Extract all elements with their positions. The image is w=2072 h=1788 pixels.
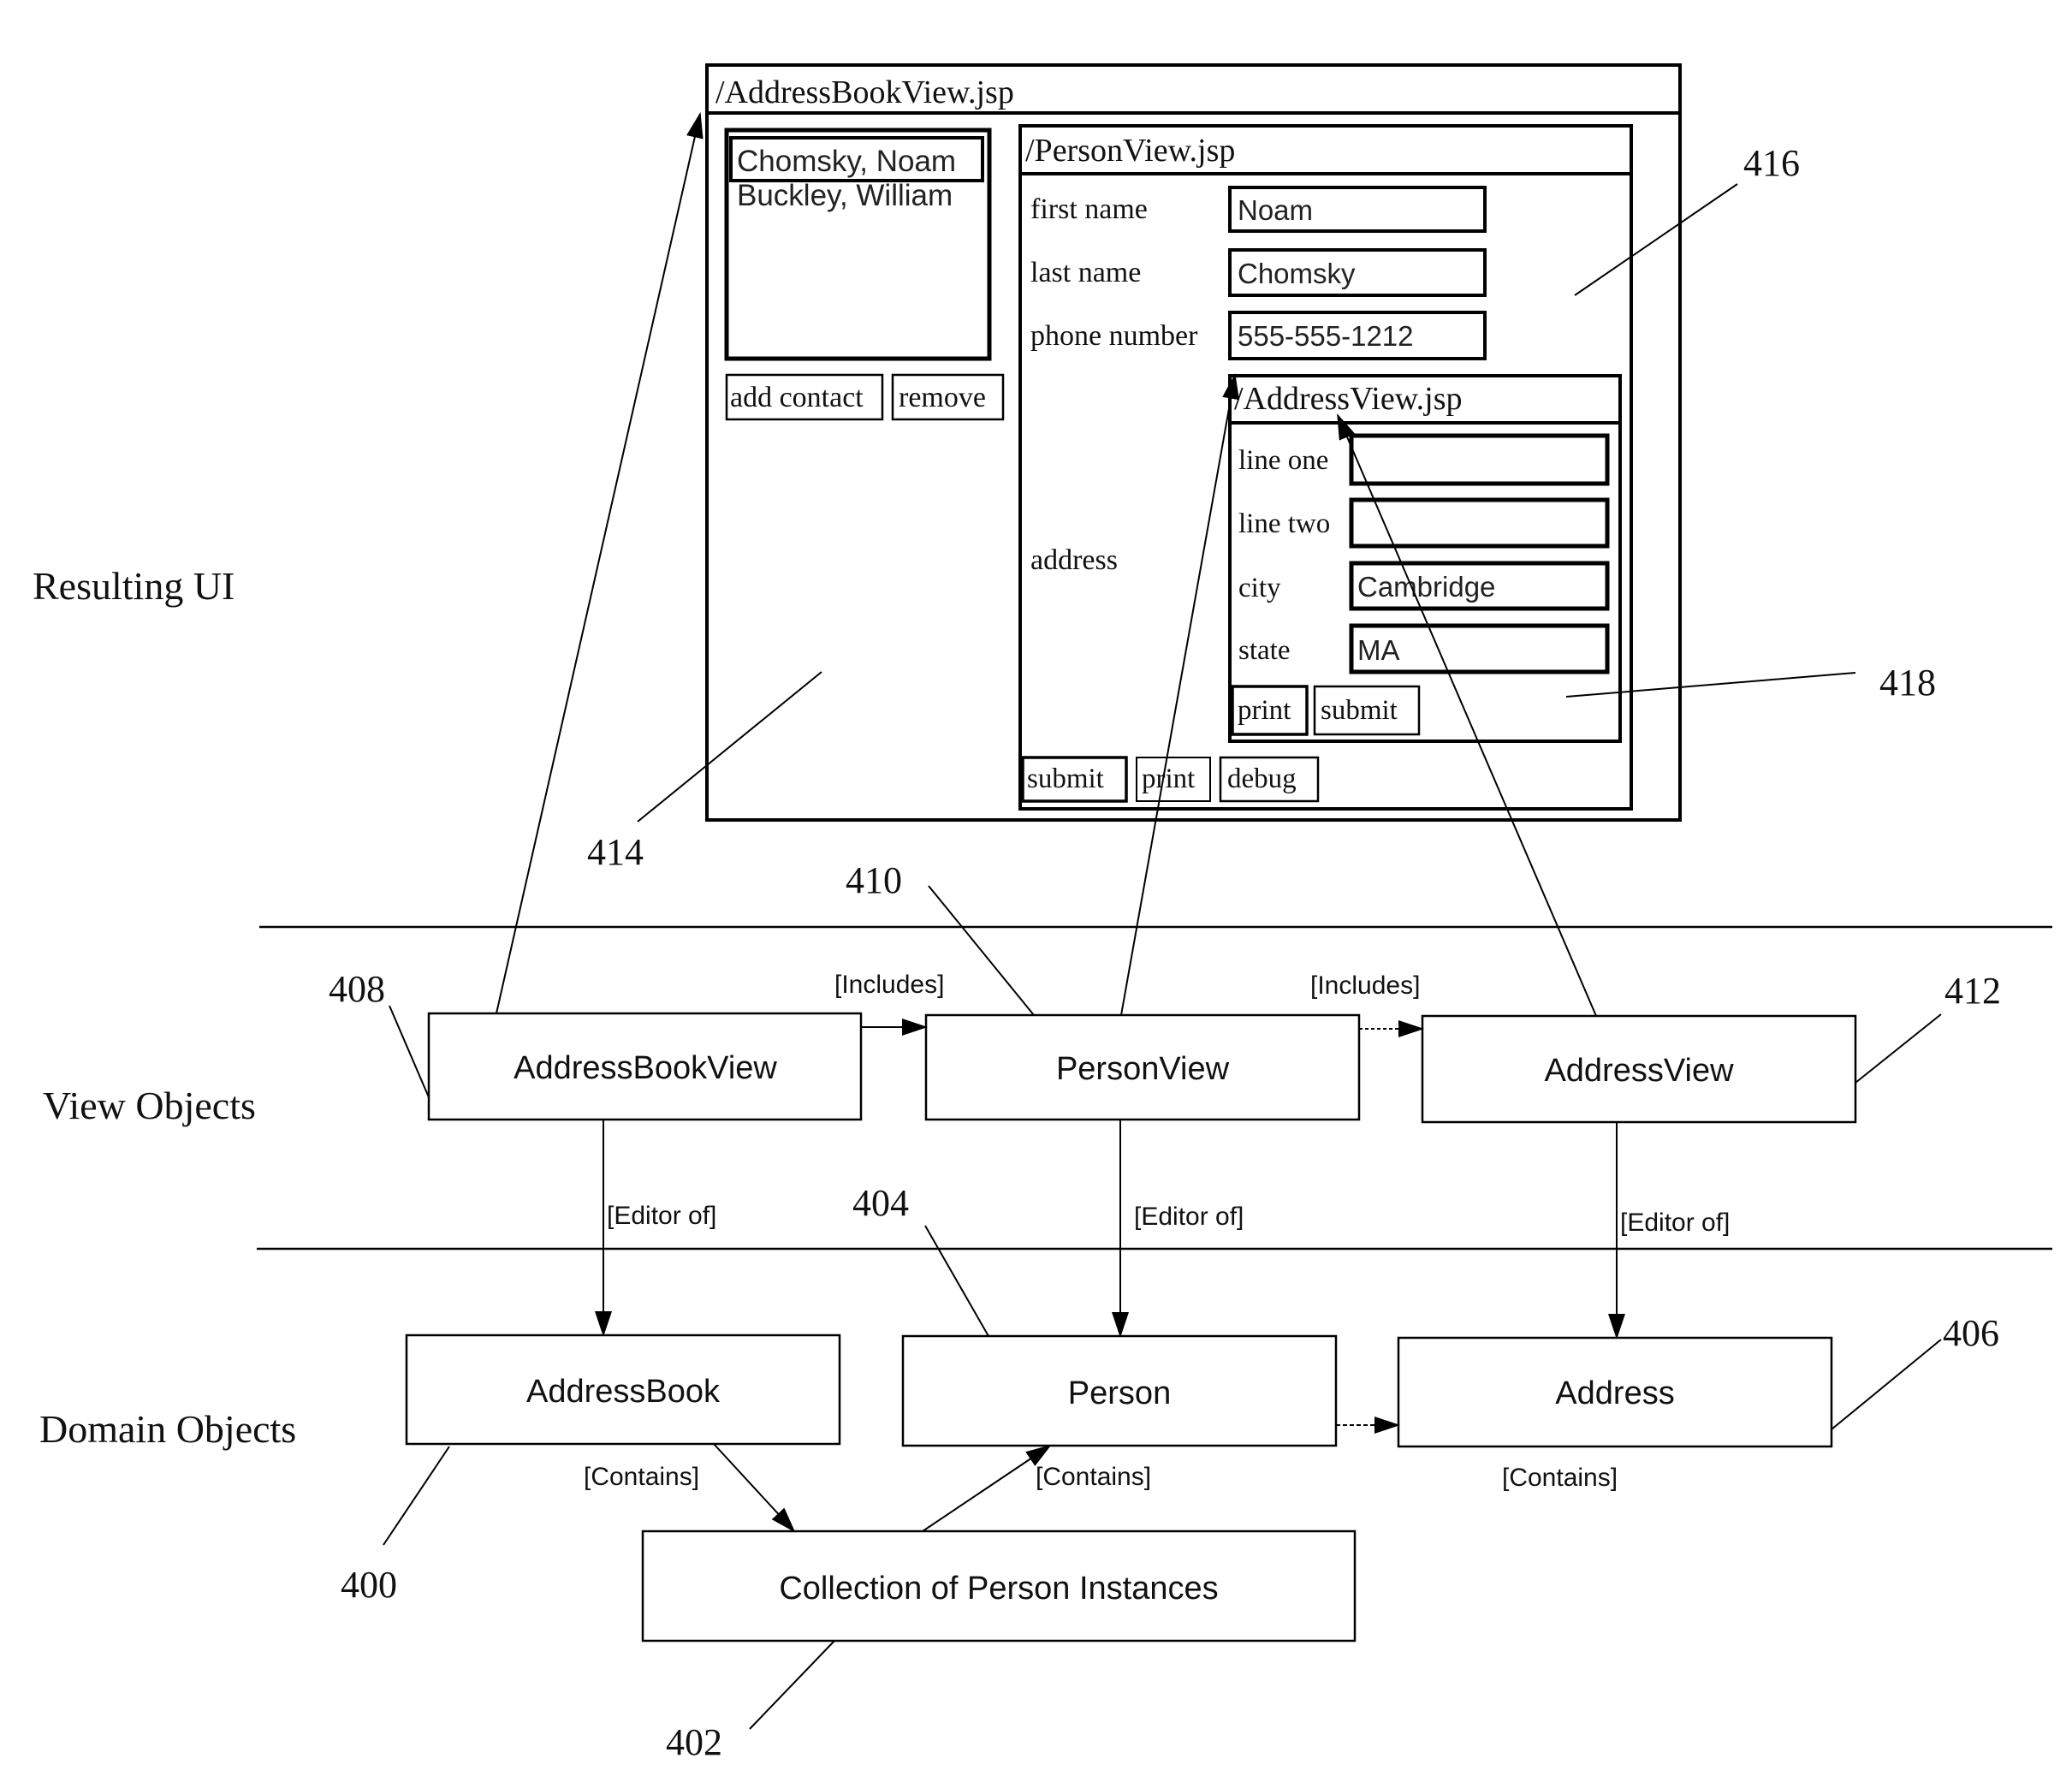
address-view-panel: /AddressView.jsp line one line two city …	[1228, 374, 1622, 743]
contact-list-item[interactable]: Chomsky, Noam	[737, 145, 956, 178]
phone-number-label: phone number	[1030, 320, 1198, 352]
view-box-label: PersonView	[1056, 1051, 1230, 1087]
architecture-diagram: Resulting UI View Objects Domain Objects…	[33, 63, 2052, 1763]
domain-box-label: Collection of Person Instances	[779, 1571, 1218, 1607]
address-book-view-window: /AddressBookView.jsp Chomsky, Noam Buckl…	[705, 63, 1682, 822]
ref-414: 414	[587, 831, 644, 873]
label-editor-of-2: [Editor of]	[1134, 1203, 1244, 1231]
first-name-label: first name	[1030, 193, 1148, 225]
domain-object-person: Person	[901, 1334, 1338, 1447]
person-print-button-label[interactable]: print	[1142, 763, 1195, 794]
leader-400	[383, 1446, 450, 1546]
label-contains-2: [Contains]	[1036, 1463, 1151, 1491]
domain-box-label: Address	[1555, 1375, 1674, 1411]
window-title: /AddressBookView.jsp	[715, 74, 1014, 110]
address-view-title: /AddressView.jsp	[1234, 381, 1463, 417]
state-value[interactable]: MA	[1357, 634, 1400, 666]
address-submit-button-label[interactable]: submit	[1321, 695, 1398, 726]
leader-410	[928, 885, 1035, 1016]
label-includes-1: [Includes]	[834, 971, 944, 999]
section-label-view-objects: View Objects	[43, 1084, 256, 1127]
arrow-abv-to-ui	[496, 112, 704, 1014]
ref-412: 412	[1944, 970, 2001, 1012]
label-editor-of-3: [Editor of]	[1620, 1209, 1730, 1237]
line-two-field[interactable]	[1349, 497, 1610, 549]
state-label: state	[1238, 635, 1290, 666]
line-one-label: line one	[1238, 445, 1328, 476]
line-two-label: line two	[1238, 508, 1330, 539]
ref-406: 406	[1943, 1312, 1999, 1354]
section-label-domain-objects: Domain Objects	[39, 1407, 296, 1451]
leader-404	[924, 1225, 989, 1337]
address-label: address	[1030, 544, 1118, 576]
ref-410: 410	[846, 859, 902, 901]
domain-box-label: Person	[1068, 1375, 1171, 1411]
add-contact-button-label[interactable]: add contact	[730, 382, 864, 413]
arrow-contains-2	[922, 1444, 1052, 1532]
section-label-resulting-ui: Resulting UI	[33, 564, 235, 608]
ref-416: 416	[1743, 142, 1800, 184]
line-one-field[interactable]	[1349, 433, 1610, 486]
person-view-title: /PersonView.jsp	[1025, 133, 1235, 169]
person-view-panel: /PersonView.jsp first name Noam last nam…	[1018, 124, 1633, 811]
person-submit-button-label[interactable]: submit	[1027, 763, 1104, 794]
city-label: city	[1238, 573, 1281, 603]
label-contains-3: [Contains]	[1502, 1464, 1618, 1492]
domain-object-address-book: AddressBook	[405, 1334, 841, 1446]
domain-object-person-collection: Collection of Person Instances	[641, 1530, 1357, 1642]
address-print-button-label[interactable]: print	[1238, 695, 1291, 726]
view-object-address-view: AddressView	[1421, 1014, 1857, 1124]
view-object-address-book-view: AddressBookView	[427, 1012, 863, 1121]
domain-object-address: Address	[1397, 1336, 1833, 1448]
view-object-person-view: PersonView	[924, 1013, 1361, 1121]
first-name-value[interactable]: Noam	[1238, 194, 1313, 226]
leader-408	[389, 1005, 430, 1098]
domain-box-label: AddressBook	[526, 1374, 721, 1410]
city-value[interactable]: Cambridge	[1357, 571, 1495, 603]
ref-418: 418	[1879, 662, 1936, 704]
view-box-label: AddressBookView	[514, 1050, 777, 1086]
label-contains-1: [Contains]	[584, 1463, 699, 1491]
contact-list-item[interactable]: Buckley, William	[737, 179, 953, 212]
debug-button-label[interactable]: debug	[1227, 763, 1297, 794]
view-box-label: AddressView	[1544, 1053, 1734, 1089]
ref-404: 404	[852, 1182, 909, 1224]
leader-402	[749, 1640, 835, 1730]
remove-button-label[interactable]: remove	[899, 382, 986, 413]
leader-406	[1831, 1339, 1942, 1430]
ref-408: 408	[329, 968, 385, 1010]
label-includes-2: [Includes]	[1310, 971, 1420, 1000]
last-name-label: last name	[1030, 257, 1141, 288]
leader-412	[1855, 1013, 1942, 1084]
label-editor-of-1: [Editor of]	[607, 1202, 716, 1230]
last-name-value[interactable]: Chomsky	[1238, 258, 1356, 289]
phone-number-value[interactable]: 555-555-1212	[1238, 320, 1414, 352]
arrow-contains-1	[713, 1443, 796, 1533]
ref-402: 402	[666, 1721, 722, 1763]
ref-400: 400	[341, 1564, 397, 1606]
